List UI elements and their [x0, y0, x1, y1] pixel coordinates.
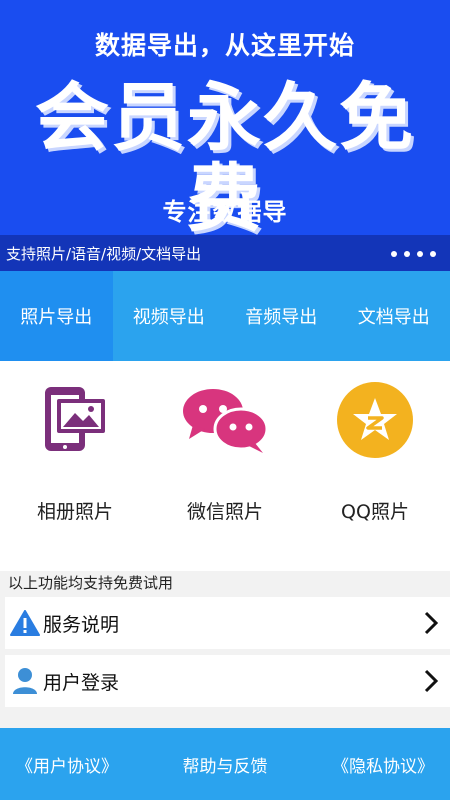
tab-video-export[interactable]: 视频导出: [113, 271, 226, 361]
chevron-right-icon: [418, 607, 444, 639]
service-info-row[interactable]: 服务说明: [5, 597, 450, 649]
free-trial-note: 以上功能均支持免费试用: [8, 574, 174, 592]
qq-photos-item[interactable]: QQ照片: [300, 361, 450, 571]
tab-photo-export[interactable]: 照片导出: [0, 271, 113, 361]
photo-source-grid: 相册照片 微信照片 QQ照片: [0, 361, 450, 571]
wechat-photos-label: 微信照片: [186, 501, 263, 523]
indicator-dot: [417, 251, 423, 257]
privacy-policy-link[interactable]: 《隐私协议》: [332, 752, 434, 777]
tab-audio-export[interactable]: 音频导出: [225, 271, 338, 361]
promo-banner[interactable]: 数据导出，从这里开始 会员永久免费 专注数据导: [0, 0, 450, 235]
indicator-dot: [391, 251, 397, 257]
user-login-row[interactable]: 用户登录: [5, 655, 450, 707]
user-icon: [9, 665, 41, 697]
wechat-icon: [180, 375, 270, 465]
carousel-indicator: [391, 251, 436, 257]
indicator-dot: [404, 251, 410, 257]
service-info-label: 服务说明: [43, 613, 120, 636]
indicator-dot: [430, 251, 436, 257]
tab-document-export[interactable]: 文档导出: [338, 271, 450, 361]
qzone-icon: [330, 375, 420, 465]
user-agreement-link[interactable]: 《用户协议》: [16, 752, 118, 777]
banner-subline: 专注数据导: [162, 198, 288, 226]
ticker-text: 支持照片/语音/视频/文档导出: [6, 245, 202, 263]
warning-icon: [9, 607, 41, 639]
album-photos-item[interactable]: 相册照片: [0, 361, 150, 571]
user-login-label: 用户登录: [43, 671, 120, 694]
qq-photos-label: QQ照片: [341, 501, 409, 523]
export-type-tabs: 照片导出 视频导出 音频导出 文档导出: [0, 271, 450, 361]
chevron-right-icon: [418, 665, 444, 697]
banner-tagline: 数据导出，从这里开始: [94, 31, 355, 60]
wechat-photos-item[interactable]: 微信照片: [150, 361, 300, 571]
help-feedback-link[interactable]: 帮助与反馈: [183, 752, 268, 777]
album-photos-label: 相册照片: [36, 501, 113, 523]
phone-gallery-icon: [30, 375, 120, 465]
footer-links: 《用户协议》 帮助与反馈 《隐私协议》: [0, 728, 450, 800]
announcement-ticker[interactable]: 支持照片/语音/视频/文档导出: [0, 235, 450, 271]
